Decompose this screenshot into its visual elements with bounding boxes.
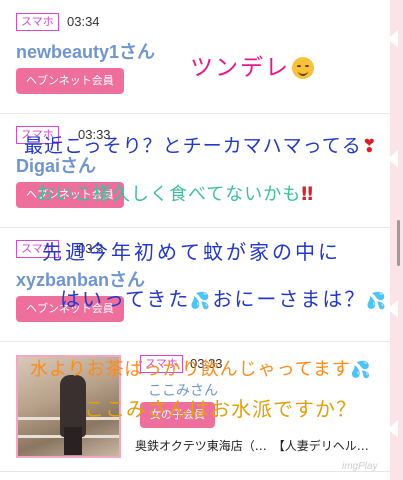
caption-text: おにーさまは？	[212, 287, 367, 311]
caption-line: 水よりお茶ばっかり飲んじゃってます💦	[30, 355, 372, 381]
post-time: 03:34	[67, 14, 100, 29]
device-badge: スマホ	[16, 13, 59, 31]
side-decoration	[388, 30, 398, 48]
sweat-droplets-icon: 💦	[366, 291, 389, 310]
relieved-face-icon	[292, 57, 314, 79]
caption-text: 最近こっそり？とチーカマハマってる	[24, 135, 362, 157]
caption-line: ツンデレ	[190, 48, 314, 82]
side-decoration	[388, 150, 398, 168]
caption-line: はいってきた💦おにーさまは？💦	[60, 283, 388, 312]
caption-text: はいってきた	[60, 287, 191, 311]
sweat-droplets-icon: 💦	[350, 360, 372, 379]
caption-line: おいこ様久しく食べてないかも‼	[36, 180, 314, 206]
side-decoration	[388, 420, 398, 438]
caption-text: ここみさんはお水派ですか？	[84, 397, 357, 421]
caption-text: ツンデレ	[190, 55, 290, 81]
username-link[interactable]: newbeauty1さん	[16, 38, 155, 64]
caption-text: 先週今年初めて蚊が家の中に	[42, 240, 341, 264]
caption-text: おいこ様久しく食べてないかも	[36, 184, 302, 205]
photo-detail	[64, 427, 82, 455]
caption-line: ここみさんはお水派ですか？	[84, 393, 357, 422]
sweat-droplets-icon: 💦	[190, 291, 213, 310]
member-type-button[interactable]: ヘブンネット会員	[16, 68, 124, 94]
caption-line: 先週今年初めて蚊が家の中に	[42, 236, 341, 265]
caption-text: 水よりお茶ばっかり飲んじゃってます	[30, 359, 351, 380]
double-exclamation-icon: ‼	[301, 183, 315, 205]
watermark: imgPlay	[342, 461, 378, 472]
side-decoration	[388, 300, 398, 318]
heart-exclamation-icon: ❣	[361, 136, 378, 157]
shop-name-link[interactable]: 奥鉄オクテツ東海店（… 【人妻デリヘル…	[135, 437, 369, 454]
caption-line: 最近こっそり？とチーカマハマってる❣	[24, 131, 378, 158]
scrollbar-thumb[interactable]	[397, 220, 400, 266]
